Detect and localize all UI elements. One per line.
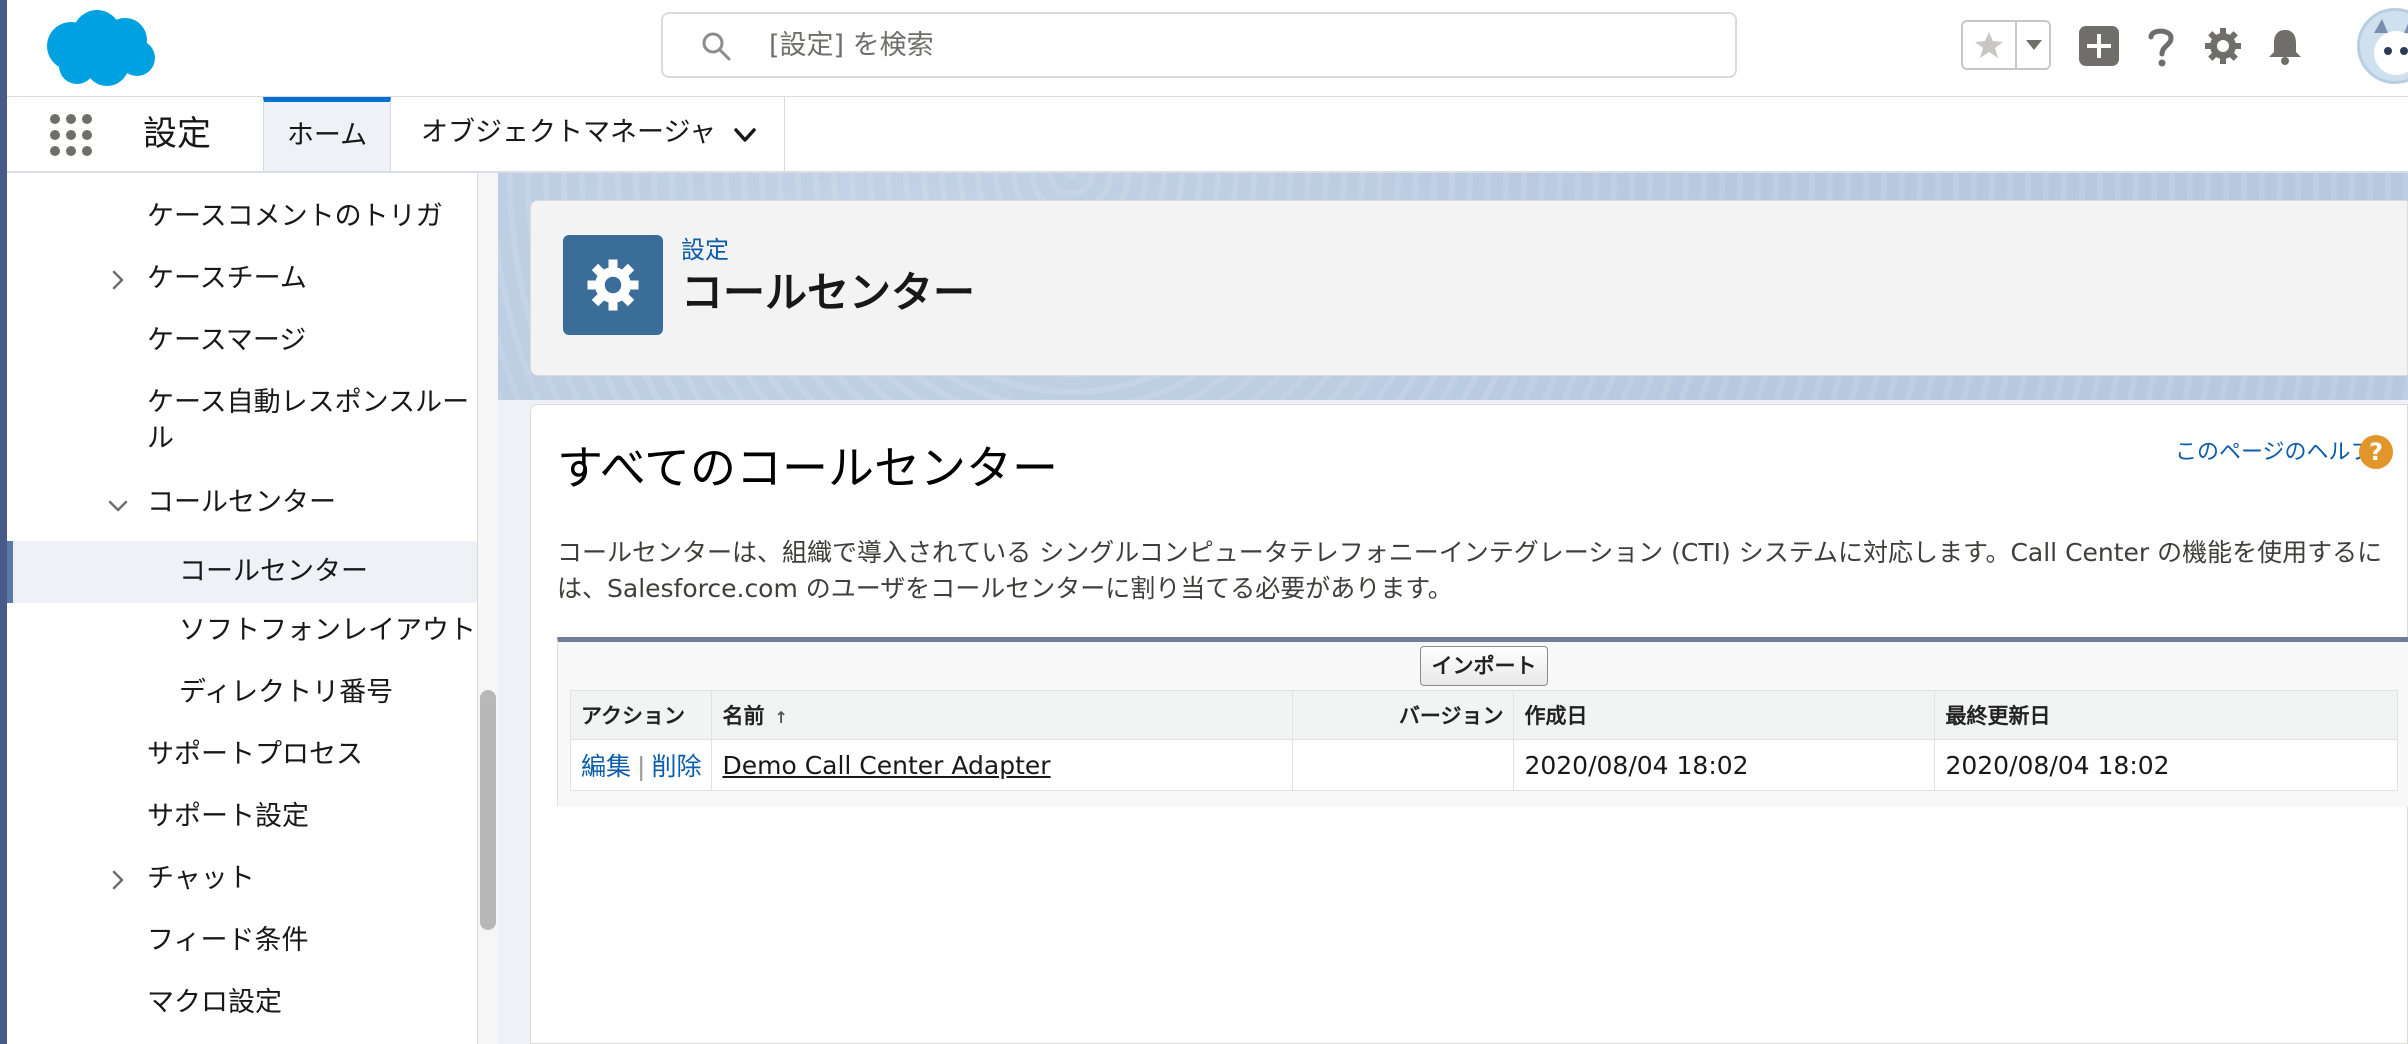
last-modified-date-cell: 2020/08/04 18:02 bbox=[1934, 739, 2398, 791]
tab-object-manager[interactable]: オブジェクトマネージャ bbox=[391, 97, 785, 171]
edit-link[interactable]: 編集 bbox=[581, 752, 631, 781]
sidebar-item-call-center-group[interactable]: コールセンター bbox=[7, 481, 477, 525]
plus-icon bbox=[2079, 26, 2119, 66]
sidebar-item-macro-settings[interactable]: マクロ設定 bbox=[7, 981, 477, 1025]
favorites-dropdown-button[interactable] bbox=[2015, 22, 2051, 68]
waffle-icon bbox=[50, 114, 92, 156]
page-description: コールセンターは、組織で導入されている シングルコンピュータテレフォニーインテグ… bbox=[557, 538, 2383, 603]
notifications-button[interactable] bbox=[2261, 22, 2309, 70]
sidebar-item-label: コールセンター bbox=[179, 556, 368, 587]
name-cell: Demo Call Center Adapter bbox=[711, 739, 1294, 791]
section-title: すべてのコールセンター bbox=[557, 441, 1058, 495]
sidebar-item-support-processes[interactable]: サポートプロセス bbox=[7, 733, 477, 777]
sidebar-item-chat[interactable]: チャット bbox=[7, 857, 477, 901]
sidebar-item-label: ディレクトリ番号 bbox=[179, 677, 394, 708]
sidebar-item-feed-filters[interactable]: フィード条件 bbox=[7, 919, 477, 963]
help-button[interactable] bbox=[2137, 22, 2185, 70]
sidebar-item-label: ケース自動レスポンスルー bbox=[147, 387, 470, 418]
app-launcher-button[interactable] bbox=[49, 113, 93, 157]
sort-ascending-icon: ↑ bbox=[774, 708, 788, 727]
action-cell: 編集 | 削除 bbox=[569, 739, 713, 791]
gear-icon bbox=[587, 259, 639, 311]
column-header-last-modified-date[interactable]: 最終更新日 bbox=[1934, 690, 2398, 740]
bell-icon bbox=[2269, 30, 2301, 65]
import-button[interactable]: インポート bbox=[1420, 646, 1548, 686]
help-for-this-page-link[interactable]: このページのヘルプ bbox=[2175, 435, 2373, 471]
column-header-action: アクション bbox=[569, 690, 713, 740]
table-row: 編集 | 削除 Demo Call Center Adapter 2020/08/0… bbox=[569, 739, 2398, 791]
salesforce-logo[interactable] bbox=[37, 6, 163, 90]
question-icon bbox=[2148, 28, 2174, 67]
star-icon bbox=[1975, 32, 2003, 58]
call-center-list: インポート アクション 名前 ↑ バージョン 作成日 最終更新日 編集 | 削除 De… bbox=[557, 637, 2408, 807]
breadcrumb[interactable]: 設定 bbox=[681, 235, 729, 265]
user-avatar[interactable] bbox=[2357, 8, 2408, 84]
app-title: 設定 bbox=[143, 114, 211, 154]
table-header-row: アクション 名前 ↑ バージョン 作成日 最終更新日 bbox=[569, 690, 2398, 740]
page-icon-tile bbox=[563, 235, 663, 335]
sidebar-item-label-line2: ル bbox=[147, 423, 174, 454]
sidebar-item-directory-numbers[interactable]: ディレクトリ番号 bbox=[7, 671, 477, 715]
help-icon[interactable]: ? bbox=[2359, 435, 2393, 469]
created-date-cell: 2020/08/04 18:02 bbox=[1513, 739, 1936, 791]
column-header-version[interactable]: バージョン bbox=[1292, 690, 1515, 740]
sidebar-item-case-merge[interactable]: ケースマージ bbox=[7, 319, 477, 363]
column-header-name[interactable]: 名前 ↑ bbox=[711, 690, 1294, 740]
sidebar-item-label: マクロ設定 bbox=[147, 987, 282, 1018]
column-header-created-date[interactable]: 作成日 bbox=[1513, 690, 1936, 740]
chevron-down-icon[interactable] bbox=[105, 493, 131, 519]
window-edge bbox=[0, 0, 7, 1044]
sidebar-item-softphone-layouts[interactable]: ソフトフォンレイアウト bbox=[7, 609, 477, 653]
astro-avatar-icon bbox=[2374, 19, 2408, 75]
sidebar-item-label: コールセンター bbox=[147, 487, 336, 518]
search-placeholder: [設定] を検索 bbox=[769, 30, 934, 61]
sidebar-item-label: ソフトフォンレイアウト bbox=[179, 615, 476, 646]
global-header: [設定] を検索 bbox=[7, 0, 2408, 97]
action-separator: | bbox=[637, 752, 646, 781]
page-header: 設定 コールセンター bbox=[530, 200, 2408, 376]
favorites-group bbox=[1961, 20, 2051, 70]
sidebar-item-label: ケースチーム bbox=[147, 263, 307, 294]
sidebar-item-case-auto-response-rules[interactable]: ケース自動レスポンスルー ル bbox=[7, 381, 477, 463]
sidebar-scrollbar-thumb[interactable] bbox=[480, 690, 496, 930]
page-title: コールセンター bbox=[681, 268, 976, 317]
sidebar-item-case-teams[interactable]: ケースチーム bbox=[7, 257, 477, 301]
sidebar-item-label: チャット bbox=[147, 863, 255, 894]
search-input[interactable]: [設定] を検索 bbox=[661, 12, 1737, 78]
chevron-right-icon[interactable] bbox=[105, 867, 131, 893]
tab-home-label: ホーム bbox=[286, 120, 368, 151]
sidebar-item-label: サポート設定 bbox=[147, 801, 309, 832]
sidebar-item-label: ケースマージ bbox=[147, 325, 307, 356]
chevron-right-icon[interactable] bbox=[105, 267, 131, 293]
delete-link[interactable]: 削除 bbox=[651, 752, 701, 781]
caret-down-icon bbox=[2026, 40, 2042, 50]
sidebar-item-support-settings[interactable]: サポート設定 bbox=[7, 795, 477, 839]
sidebar-item-label: フィード条件 bbox=[147, 925, 309, 956]
sidebar-item-call-centers[interactable]: コールセンター bbox=[7, 541, 477, 603]
setup-tree-sidebar: ケースコメントのトリガ ケースチーム ケースマージ ケース自動レスポンスルー ル… bbox=[7, 173, 479, 1044]
global-actions-button[interactable] bbox=[2075, 22, 2123, 70]
sidebar-item-label: ケースコメントのトリガ bbox=[147, 201, 443, 232]
call-center-name-link[interactable]: Demo Call Center Adapter bbox=[722, 751, 1050, 780]
setup-gear-button[interactable] bbox=[2199, 22, 2247, 70]
app-nav-bar: 設定 ホーム オブジェクトマネージャ bbox=[7, 97, 2408, 173]
search-icon bbox=[702, 32, 731, 61]
tab-object-manager-label: オブジェクトマネージャ bbox=[421, 117, 717, 148]
version-cell bbox=[1292, 739, 1515, 791]
sidebar-item-case-comment-triggers[interactable]: ケースコメントのトリガ bbox=[7, 195, 477, 239]
favorites-star-button[interactable] bbox=[1963, 22, 2015, 68]
gear-icon bbox=[2205, 28, 2241, 64]
chevron-down-icon[interactable] bbox=[731, 121, 759, 149]
tab-home[interactable]: ホーム bbox=[263, 97, 391, 171]
main-content-card: すべてのコールセンター このページのヘルプ ? コールセンターは、組織で導入され… bbox=[530, 404, 2408, 1044]
sidebar-item-label: サポートプロセス bbox=[147, 739, 363, 770]
call-center-table: アクション 名前 ↑ バージョン 作成日 最終更新日 編集 | 削除 Demo Cal… bbox=[569, 690, 2398, 791]
